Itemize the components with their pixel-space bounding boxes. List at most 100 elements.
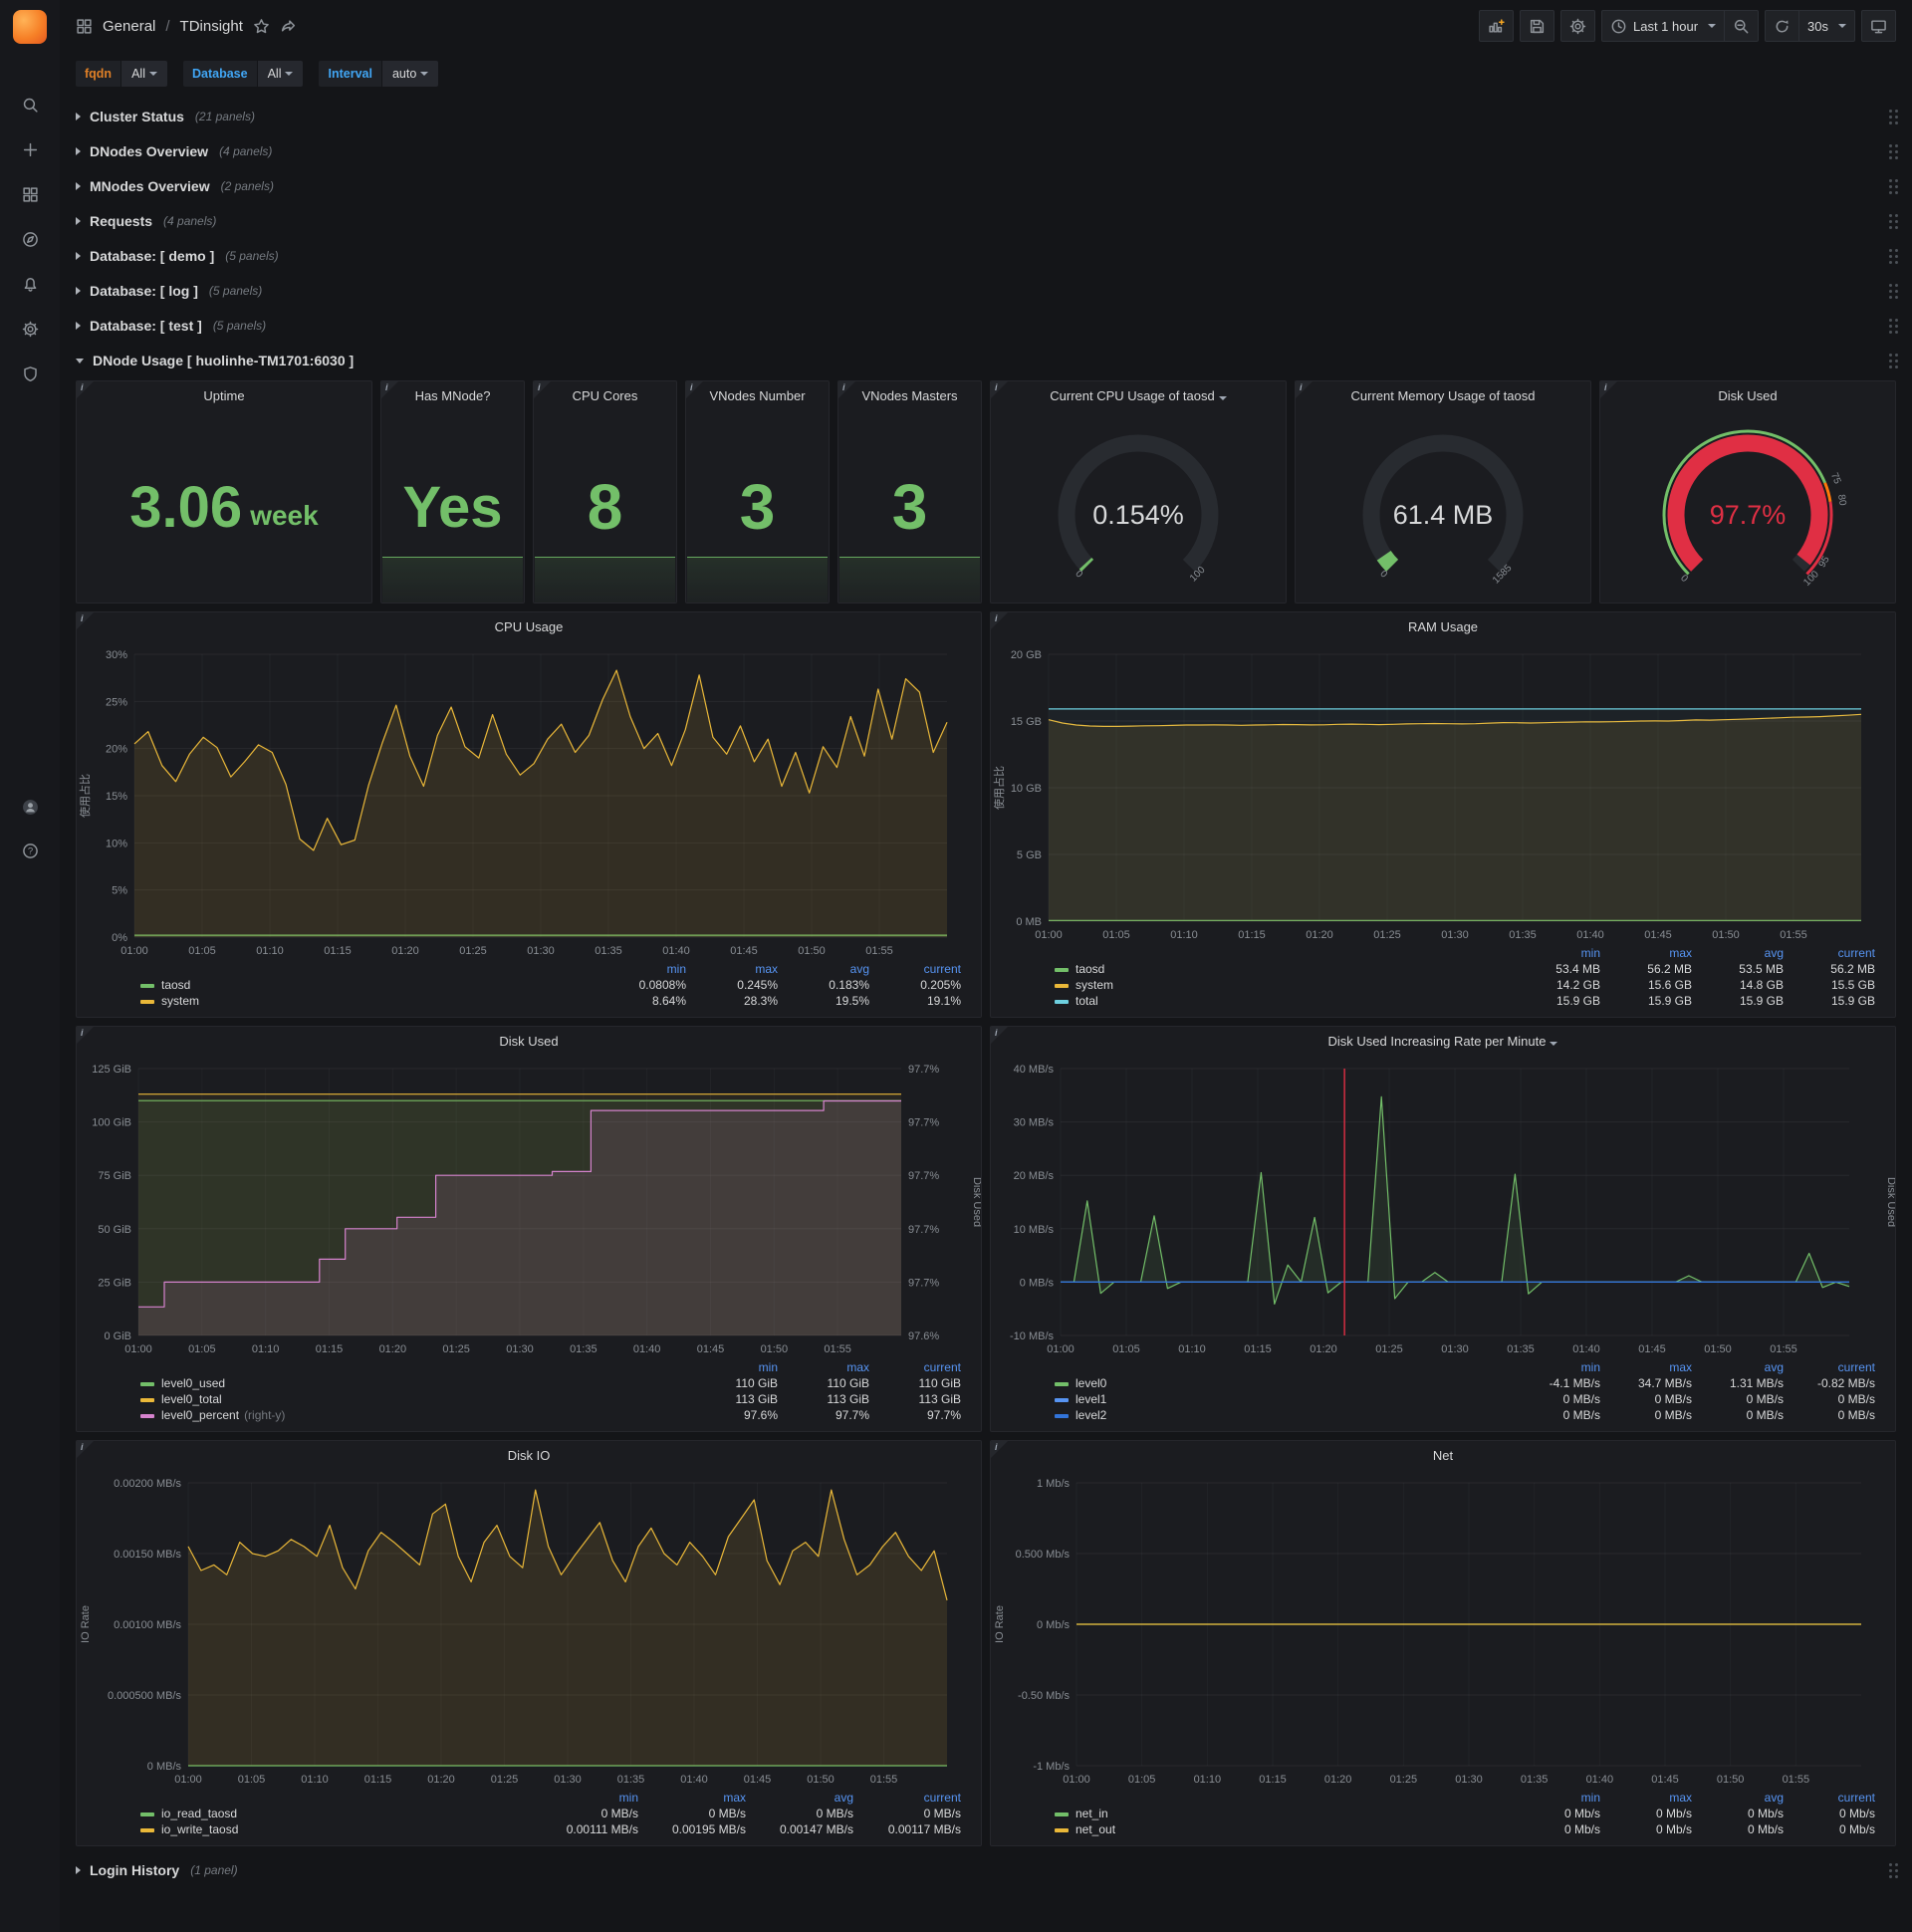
alerting-bell-icon[interactable] [14,269,46,299]
panel-info-corner[interactable] [838,381,855,398]
legend-column-min[interactable]: min [694,1359,786,1375]
row-database-log[interactable]: Database: [ log ] (5 panels) [76,275,1896,307]
series-name[interactable]: level0_total [161,1392,222,1406]
drag-handle-icon[interactable] [1889,179,1892,182]
legend-column-avg[interactable]: avg [1700,1790,1792,1806]
series-swatch[interactable] [140,1811,154,1816]
series-name[interactable]: io_read_taosd [161,1807,237,1820]
series-name[interactable]: total [1076,994,1098,1008]
legend-column-min[interactable]: min [1517,1359,1608,1375]
dashboards-icon[interactable] [14,179,46,209]
series-swatch[interactable] [1055,999,1069,1004]
row-cluster-status[interactable]: Cluster Status (21 panels) [76,101,1896,132]
star-icon[interactable] [253,18,270,35]
legend-column-current[interactable]: current [1792,1359,1883,1375]
legend-column-max[interactable]: max [694,961,786,977]
save-dashboard-button[interactable] [1519,10,1554,42]
row-database-test[interactable]: Database: [ test ] (5 panels) [76,310,1896,342]
drag-handle-icon[interactable] [1889,214,1892,217]
series-name[interactable]: level0_percent [161,1408,239,1422]
variable-value-dropdown[interactable]: All [121,61,167,87]
series-name[interactable]: net_in [1076,1807,1108,1820]
disk-used-chart[interactable]: 0 GiB 97.6% 25 GiB 97.7% 50 GiB 97.7% 75 GiB 97… [77,1057,981,1359]
variable-label[interactable]: Interval [319,61,381,87]
refresh-button[interactable] [1765,10,1800,42]
grafana-logo[interactable] [13,10,47,44]
panel-title[interactable]: Disk Used [1600,381,1895,411]
panel-info-corner[interactable] [991,381,1008,398]
variable-label[interactable]: Database [182,61,257,87]
tv-mode-button[interactable] [1861,10,1896,42]
series-swatch[interactable] [1055,1381,1069,1386]
panel-info-corner[interactable] [1600,381,1617,398]
cpu-usage-chart[interactable]: 0% 5% 10% 15% 20% 25% 30% 01:00 01:05 01:10 01:15 0… [77,642,981,961]
help-icon[interactable]: ? [14,836,46,865]
drag-handle-icon[interactable] [1889,1863,1892,1866]
legend-column-max[interactable]: max [1608,1790,1700,1806]
refresh-interval-dropdown[interactable]: 30s [1799,10,1855,42]
panel-title[interactable]: Disk Used [77,1027,981,1057]
panel-title[interactable]: RAM Usage [991,612,1895,642]
series-swatch[interactable] [140,1381,154,1386]
series-swatch[interactable] [1055,1827,1069,1832]
legend-column-current[interactable]: current [877,961,969,977]
panel-menu-caret-icon[interactable] [1550,1042,1558,1046]
series-name[interactable]: level0 [1076,1376,1106,1390]
legend-column-avg[interactable]: avg [1700,945,1792,961]
panel-menu-caret-icon[interactable] [1218,396,1227,400]
row-dnodes-overview[interactable]: DNodes Overview (4 panels) [76,135,1896,167]
time-range-picker[interactable]: Last 1 hour [1600,10,1726,42]
panel-title[interactable]: Current CPU Usage of taosd [991,381,1286,411]
panel-title[interactable]: VNodes Masters [838,381,981,411]
legend-column-min[interactable]: min [539,1790,646,1806]
legend-column-current[interactable]: current [1792,945,1883,961]
legend-column-current[interactable]: current [1792,1790,1883,1806]
breadcrumb-section[interactable]: General [103,18,155,35]
legend-column-max[interactable]: max [1608,945,1700,961]
series-name[interactable]: system [1076,978,1113,992]
drag-handle-icon[interactable] [1889,284,1892,287]
panel-title[interactable]: CPU Usage [77,612,981,642]
panel-title[interactable]: Disk Used Increasing Rate per Minute [991,1027,1895,1057]
panel-title[interactable]: Disk IO [77,1441,981,1471]
variable-label[interactable]: fqdn [76,61,121,87]
series-swatch[interactable] [1055,967,1069,972]
share-icon[interactable] [280,18,297,35]
variable-value-dropdown[interactable]: auto [381,61,439,87]
panel-info-corner[interactable] [77,1441,94,1458]
panel-title[interactable]: Current Memory Usage of taosd [1296,381,1590,411]
search-icon[interactable] [14,90,46,120]
legend-column-min[interactable]: min [1517,1790,1608,1806]
configuration-gear-icon[interactable] [14,314,46,344]
panel-info-corner[interactable] [534,381,551,398]
drag-handle-icon[interactable] [1889,354,1892,357]
add-panel-button[interactable] [1478,10,1514,42]
legend-column-min[interactable]: min [602,961,694,977]
series-name[interactable]: taosd [161,978,190,992]
panel-info-corner[interactable] [77,1027,94,1044]
create-icon[interactable] [14,134,46,164]
drag-handle-icon[interactable] [1889,319,1892,322]
user-avatar[interactable] [14,792,46,822]
row-dnode-usage[interactable]: DNode Usage [ huolinhe-TM1701:6030 ] [76,345,1896,376]
series-swatch[interactable] [1055,983,1069,988]
row-database-demo[interactable]: Database: [ demo ] (5 panels) [76,240,1896,272]
panel-title[interactable]: Has MNode? [381,381,524,411]
panel-info-corner[interactable] [77,381,94,398]
panel-info-corner[interactable] [991,612,1008,629]
drag-handle-icon[interactable] [1889,110,1892,113]
series-name[interactable]: level2 [1076,1408,1106,1422]
legend-column-avg[interactable]: avg [786,961,877,977]
series-swatch[interactable] [140,1413,154,1418]
panel-info-corner[interactable] [686,381,703,398]
panel-title[interactable]: Net [991,1441,1895,1471]
drag-handle-icon[interactable] [1889,144,1892,147]
series-swatch[interactable] [1055,1413,1069,1418]
panel-info-corner[interactable] [991,1441,1008,1458]
series-swatch[interactable] [1055,1397,1069,1402]
row-requests[interactable]: Requests (4 panels) [76,205,1896,237]
series-name[interactable]: level1 [1076,1392,1106,1406]
series-name[interactable]: taosd [1076,962,1104,976]
legend-column-max[interactable]: max [786,1359,877,1375]
legend-column-current[interactable]: current [877,1359,969,1375]
